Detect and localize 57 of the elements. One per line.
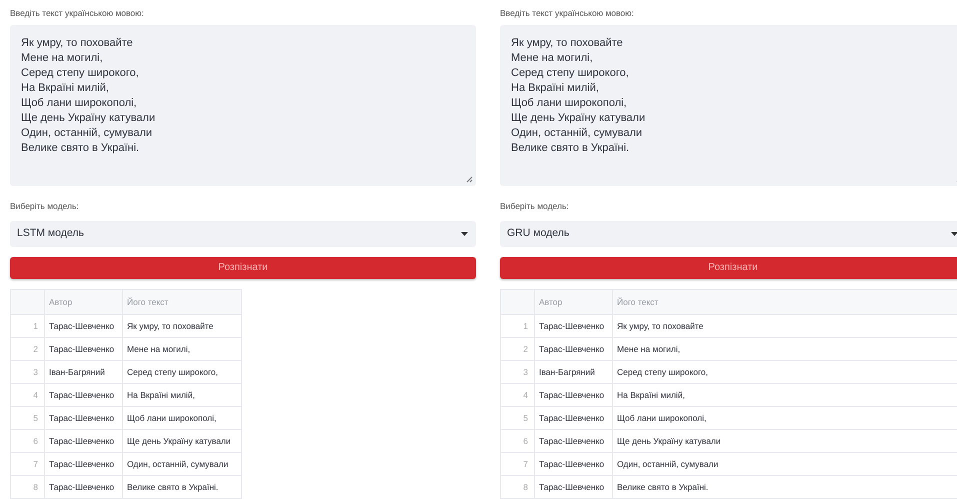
row-index: 6	[10, 429, 44, 452]
table-cell: Іван-Багряний	[44, 360, 122, 384]
table-cell: Іван-Багряний	[534, 360, 612, 384]
row-index: 3	[10, 360, 44, 384]
row-index: 4	[10, 383, 44, 406]
table-cell: Тарас-Шевченко	[534, 429, 612, 452]
table-cell: Щоб лани широкополі,	[122, 406, 242, 430]
table-cell: Тарас-Шевченко	[44, 429, 122, 452]
text-area[interactable]: Як умру, то поховайте Мене на могилі, Серед степу широкого, На Вкраїні милій, Щоб лани широкополі, Ще день Україну катували Один, останній, сумували Велике свято в Україні.	[10, 25, 476, 186]
resize-handle-icon	[466, 176, 473, 183]
table-cell: Тарас-Шевченко	[534, 406, 612, 430]
table-cell: Тарас-Шевченко	[534, 475, 612, 498]
recognize-button[interactable]: Розпізнати	[10, 256, 476, 279]
row-index: 7	[500, 452, 534, 476]
field-label: Введіть текст українською мовою:	[500, 7, 635, 19]
table-cell: Мене на могилі,	[122, 337, 242, 360]
table-cell: Тарас-Шевченко	[44, 406, 122, 430]
table-cell: Один, останній, сумували	[122, 452, 242, 476]
table-cell: Тарас-Шевченко	[534, 337, 612, 360]
table-cell: Тарас-Шевченко	[44, 452, 122, 476]
table-cell: Тарас-Шевченко	[44, 337, 122, 360]
column-header[interactable]: Його текст	[122, 289, 242, 314]
table-cell: Велике свято в Україні.	[122, 475, 242, 498]
table-cell: Тарас-Шевченко	[44, 383, 122, 406]
table-cell: На Вкраїні милій,	[122, 383, 242, 406]
row-index: 5	[500, 406, 534, 430]
table-cell: Тарас-Шевченко	[534, 383, 612, 406]
text-area[interactable]: Як умру, то поховайте Мене на могилі, Серед степу широкого, На Вкраїні милій, Щоб лани широкополі, Ще день Україну катували Один, останній, сумували Велике свято в Україні.	[500, 25, 957, 186]
row-index: 2	[10, 337, 44, 360]
model-select[interactable]: GRU модель	[500, 220, 957, 247]
table-cell: Тарас-Шевченко	[44, 314, 122, 338]
field-label: Виберіть модель:	[500, 200, 570, 212]
field-label: Виберіть модель:	[10, 200, 80, 212]
row-index: 3	[500, 360, 534, 384]
caret-icon	[461, 232, 468, 236]
row-index: 7	[10, 452, 44, 476]
column-header[interactable]: Автор	[44, 289, 122, 314]
column-header[interactable]: Його текст	[612, 289, 957, 314]
model-select[interactable]: LSTM модель	[10, 220, 476, 247]
recognize-button[interactable]: Розпізнати	[500, 256, 957, 279]
column-header[interactable]: Автор	[534, 289, 612, 314]
table-cell: Ще день Україну катували	[122, 429, 242, 452]
row-index: 2	[500, 337, 534, 360]
table-cell: Як умру, то поховайте	[122, 314, 242, 338]
row-index: 8	[500, 475, 534, 498]
row-index: 6	[500, 429, 534, 452]
row-index: 1	[500, 314, 534, 338]
caret-icon	[951, 232, 957, 236]
row-index: 1	[10, 314, 44, 338]
table-cell: Тарас-Шевченко	[44, 475, 122, 498]
table-cell: Тарас-Шевченко	[534, 314, 612, 338]
row-index: 4	[500, 383, 534, 406]
row-index: 5	[10, 406, 44, 430]
table-cell: Серед степу широкого,	[122, 360, 242, 384]
row-index: 8	[10, 475, 44, 498]
table-cell: Тарас-Шевченко	[534, 452, 612, 476]
field-label: Введіть текст українською мовою:	[10, 7, 145, 19]
